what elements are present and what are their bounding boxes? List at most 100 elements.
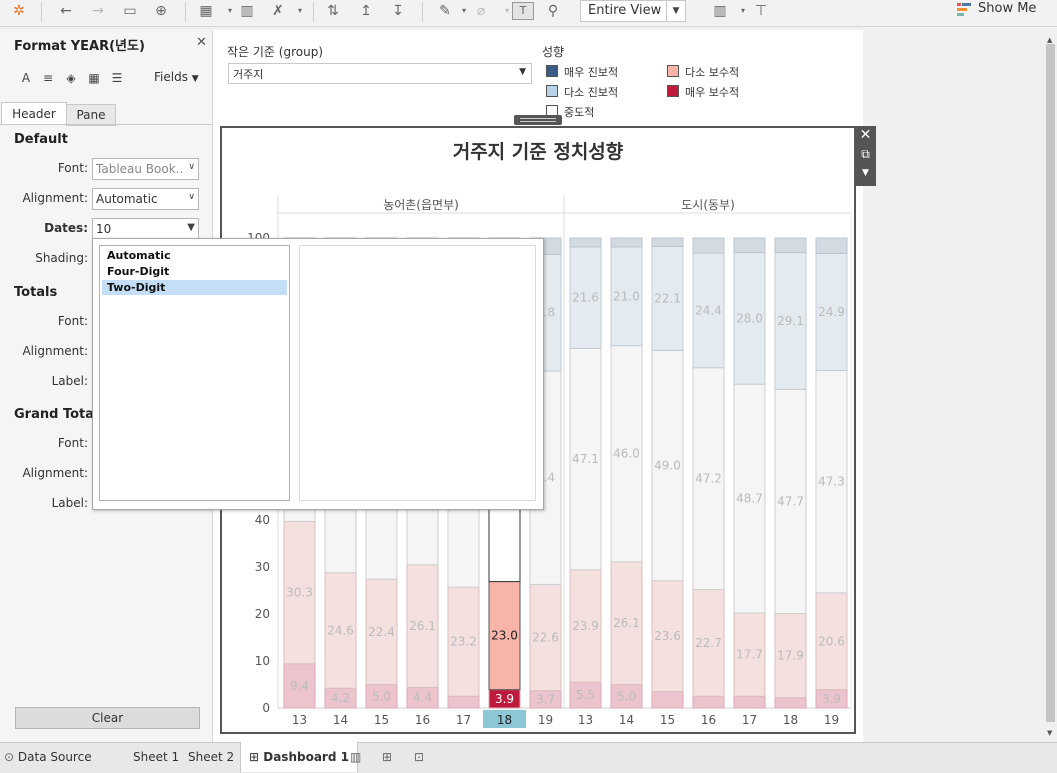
dates-option-automatic[interactable]: Automatic (102, 248, 287, 263)
show-cards-icon[interactable]: ▥ (710, 2, 730, 20)
bar-data-label: 26.1 (409, 619, 436, 633)
sort-ascending-icon[interactable]: ↥ (356, 2, 376, 20)
chevron-down-icon: ▼ (191, 74, 199, 84)
y-axis-tick-label: 40 (255, 513, 270, 527)
dashboard-1-tab[interactable]: ⊞ Dashboard 1 (240, 742, 358, 772)
group-members-icon[interactable]: ⌀ (471, 2, 491, 20)
x-axis-tick-label: 13 (292, 713, 307, 727)
save-icon[interactable]: ▭ (120, 2, 140, 20)
swap-rows-columns-icon[interactable]: ⇅ (323, 2, 343, 20)
chevron-down-icon[interactable]: ▼ (666, 1, 685, 21)
chevron-down-icon[interactable]: ▾ (290, 2, 310, 20)
show-me-icon (957, 3, 971, 16)
alignment-select-value: Automatic (96, 192, 158, 206)
bar-data-label: 29.1 (777, 314, 804, 328)
totals-alignment-label: Alignment: (22, 344, 88, 358)
show-mark-labels-icon[interactable]: T (512, 2, 534, 20)
tableau-logo-icon[interactable]: ✲ (9, 2, 29, 20)
legend-swatch (546, 65, 558, 77)
new-dashboard-tab-icon[interactable]: ⊞ (382, 742, 392, 772)
legend-swatch (667, 65, 679, 77)
totals-label-label: Label: (51, 374, 88, 388)
scroll-up-icon[interactable]: ▲ (1047, 36, 1052, 44)
toolbar: ✲ ← → ▭ ⊕ ▦ ▾ ▥ ✗ ▾ ⇅ ↥ ↧ ✎ ▾ ⌀ ▾ T ⚲ En… (0, 0, 1057, 27)
grand-totals-font-label: Font: (57, 436, 88, 450)
font-select[interactable]: Tableau Book.. ∨ (92, 158, 199, 180)
show-me-button[interactable]: Show Me (957, 1, 1052, 21)
tab-pane[interactable]: Pane (66, 104, 116, 126)
data-source-icon: ⊙ (4, 750, 15, 764)
dates-option-two-digit[interactable]: Two-Digit (102, 280, 287, 295)
presentation-mode-icon[interactable]: ⊤ (751, 2, 771, 20)
dates-select[interactable]: 10 ▼ (92, 218, 199, 240)
bar-data-label: 48.7 (736, 492, 763, 506)
tab-divider (0, 124, 212, 125)
show-me-label: Show Me (978, 1, 1037, 16)
dates-select-value: 10 (96, 222, 112, 236)
filter-select[interactable]: 거주지 ▼ (228, 63, 532, 84)
fit-dropdown[interactable]: Entire View ▼ (580, 0, 686, 22)
scroll-thumb[interactable] (1046, 44, 1055, 722)
y-axis-tick-label: 30 (255, 560, 270, 574)
new-data-source-icon[interactable]: ⊕ (151, 2, 171, 20)
legend-label: 매우 진보적 (564, 66, 619, 79)
x-axis-tick-label: 17 (456, 713, 471, 727)
font-format-icon[interactable]: A (19, 71, 33, 85)
vertical-scrollbar[interactable]: ▲ ▼ (1044, 30, 1057, 742)
close-icon[interactable]: ✕ (855, 127, 876, 143)
shading-format-icon[interactable]: ◈ (64, 71, 78, 85)
highlight-icon[interactable]: ✎ (435, 2, 455, 20)
close-icon[interactable]: ✕ (196, 35, 207, 50)
sheet-2-tab[interactable]: Sheet 2 (188, 742, 234, 772)
clear-button[interactable]: Clear (15, 707, 200, 729)
chevron-down-icon: ∨ (188, 192, 195, 202)
format-pane-title: Format YEAR(년도) (14, 39, 145, 54)
data-source-tab[interactable]: ⊙ Data Source (4, 742, 92, 772)
new-worksheet-icon[interactable]: ▦ (196, 2, 216, 20)
bar-data-label: 20.6 (818, 634, 845, 648)
lines-format-icon[interactable]: ☰ (110, 71, 124, 85)
bar-segment (774, 697, 807, 709)
grip-line (520, 121, 556, 122)
bar-data-label: 47.2 (695, 472, 722, 486)
fix-axes-icon[interactable]: ⚲ (543, 2, 563, 20)
undo-icon[interactable]: ← (56, 2, 76, 20)
go-to-sheet-icon[interactable]: ⧉ (855, 147, 876, 162)
bar-segment (774, 237, 807, 254)
redo-icon[interactable]: → (88, 2, 108, 20)
bar-data-label: 22.6 (532, 631, 559, 645)
bar-data-label: 24.6 (327, 623, 354, 637)
move-handle[interactable] (514, 115, 562, 125)
fit-dropdown-label: Entire View (588, 3, 662, 18)
new-story-tab-icon[interactable]: ⊡ (414, 742, 424, 772)
x-axis-tick-label: 14 (333, 713, 348, 727)
tab-header[interactable]: Header (1, 102, 67, 125)
bar-data-label: 22.1 (654, 291, 681, 305)
borders-format-icon[interactable]: ▦ (87, 71, 101, 85)
alignment-select[interactable]: Automatic ∨ (92, 188, 199, 210)
new-worksheet-tab-icon[interactable]: ▥ (350, 742, 361, 772)
font-label: Font: (57, 161, 88, 175)
grand-totals-label-label: Label: (51, 496, 88, 510)
sort-descending-icon[interactable]: ↧ (388, 2, 408, 20)
duplicate-sheet-icon[interactable]: ▥ (237, 2, 257, 20)
sheet-1-tab[interactable]: Sheet 1 (133, 742, 179, 772)
chevron-down-icon[interactable]: ▾ (733, 2, 753, 20)
alignment-format-icon[interactable]: ≡ (41, 71, 55, 85)
bar-segment (651, 237, 684, 247)
bar-data-label: 4.4 (413, 691, 432, 705)
bar-data-label: 23.2 (450, 635, 477, 649)
bar-data-label: 49.0 (654, 458, 681, 472)
bar-data-label: 22.7 (695, 636, 722, 650)
fields-label: Fields (154, 70, 188, 84)
chevron-down-icon: ∨ (188, 162, 195, 172)
bar-segment (692, 237, 725, 254)
scroll-down-icon[interactable]: ▼ (1047, 729, 1052, 737)
bar-data-label: 46.0 (613, 447, 640, 461)
dates-option-four-digit[interactable]: Four-Digit (102, 264, 287, 279)
fields-dropdown[interactable]: Fields ▼ (154, 70, 199, 84)
chevron-down-icon[interactable]: ▼ (855, 168, 876, 178)
panel-header-label: 농어촌(읍면부) (383, 198, 459, 212)
clear-sheet-icon[interactable]: ✗ (268, 2, 288, 20)
bar-segment (692, 695, 725, 709)
